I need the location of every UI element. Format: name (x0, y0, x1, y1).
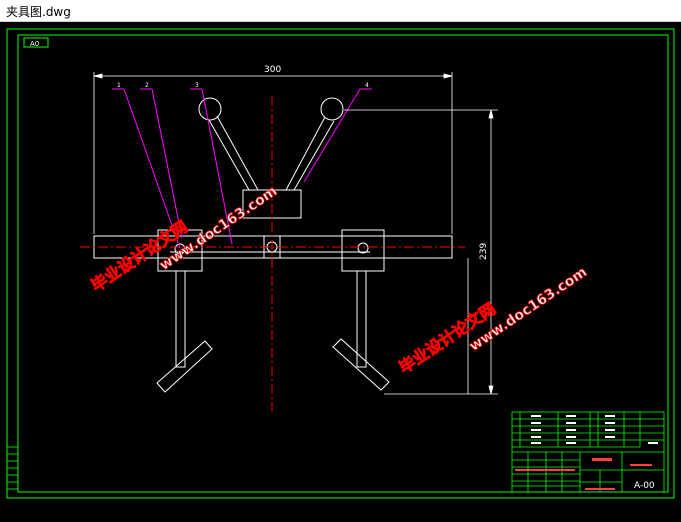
cad-drawing: A0 1 2 3 4 300 239 A-00 毕业设计论文网 www.doc1… (6, 28, 675, 499)
sheet-label: A0 (30, 40, 39, 48)
left-upper-arm-b (216, 115, 259, 191)
part-number-3: 3 (195, 82, 199, 89)
part-number-2: 2 (145, 82, 149, 89)
right-leg (356, 270, 367, 368)
window-title: 夹具图.dwg (6, 5, 71, 19)
part-leaders (112, 88, 372, 249)
part-number-1: 1 (117, 82, 121, 89)
drawing-number: A-00 (634, 481, 655, 491)
watermark-1: 毕业设计论文网 www.doc163.com (87, 183, 281, 296)
right-upper-arm-b (293, 120, 335, 191)
watermark-2: 毕业设计论文网 www.doc163.com (395, 264, 590, 378)
outer-frame (6, 28, 675, 499)
left-roller (198, 97, 222, 121)
part-number-4: 4 (365, 82, 369, 89)
dimension-height-label: 239 (479, 243, 489, 260)
right-roller (320, 97, 344, 121)
dimension-width (93, 72, 453, 234)
right-jaw (332, 338, 390, 391)
left-margin-strip (7, 446, 18, 490)
left-leg (175, 270, 186, 368)
dimension-width-label: 300 (264, 65, 281, 75)
title-bar: 夹具图.dwg (0, 0, 681, 22)
drawing-canvas[interactable]: A0 1 2 3 4 300 239 A-00 毕业设计论文网 www.doc1… (0, 22, 681, 522)
